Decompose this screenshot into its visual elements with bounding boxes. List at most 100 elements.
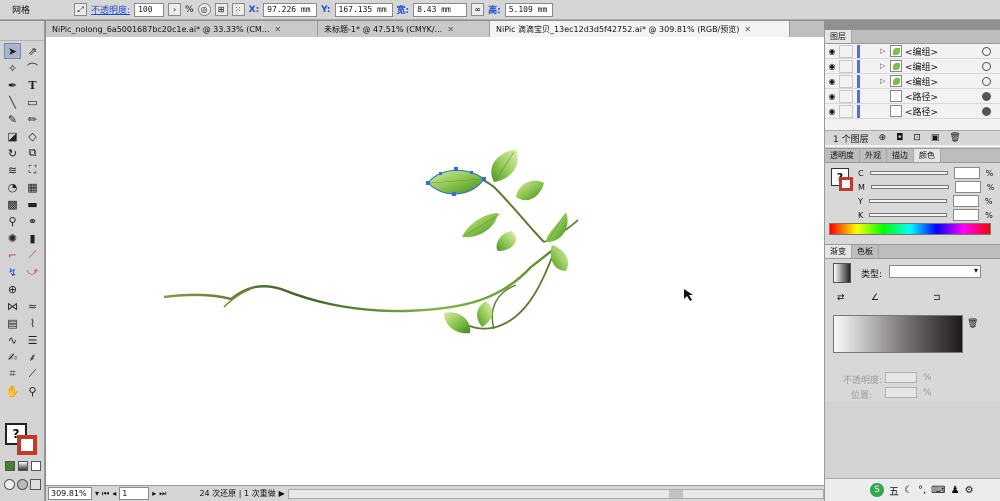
user-icon[interactable]: ♟ xyxy=(951,485,960,496)
gradient-thumbnail[interactable] xyxy=(833,263,851,283)
tab-gradient[interactable]: 渐变 xyxy=(825,245,852,258)
position-field[interactable] xyxy=(885,387,917,398)
y-input[interactable]: 167.135 mm xyxy=(334,2,393,17)
shape-builder-tool-icon[interactable]: ◔ xyxy=(4,179,21,195)
close-icon[interactable]: ✕ xyxy=(447,25,454,34)
opacity-input[interactable]: 100 xyxy=(134,2,165,17)
blend-tool-icon[interactable]: ⚭ xyxy=(24,213,41,229)
cyan-slider[interactable]: C% xyxy=(858,167,993,179)
transform-icon[interactable]: ⤢ xyxy=(74,3,88,16)
lasso-tool-icon[interactable]: ⌒ xyxy=(24,60,41,76)
tab-document-3[interactable]: NiPic 滴滴宝贝_13ec12d3d5f42752.ai* @ 309.81… xyxy=(490,21,790,37)
gradient-tool-icon[interactable]: ▬ xyxy=(24,196,41,212)
eye-icon[interactable]: ◉ xyxy=(825,92,839,101)
opacity-field[interactable] xyxy=(885,372,917,383)
rotate-tool-icon[interactable]: ↻ xyxy=(4,145,21,161)
artboard-tool-icon[interactable]: ⌐ xyxy=(4,247,21,263)
knife-tool-icon[interactable]: ⟋ xyxy=(24,366,41,382)
gradient-mode-icon[interactable] xyxy=(18,461,28,471)
zoom-tool-icon[interactable]: ⚲ xyxy=(24,383,41,399)
artboard-number-input[interactable]: 1 xyxy=(119,487,150,500)
locate-object-icon[interactable]: ⊕ xyxy=(879,133,887,143)
crop-tool-icon[interactable]: ⌗ xyxy=(4,366,21,382)
settings-icon[interactable]: ⚙ xyxy=(965,485,974,496)
list-tool-icon[interactable]: ☰ xyxy=(24,332,41,348)
scale-tool-icon[interactable]: ⧉ xyxy=(24,145,41,161)
target-icon[interactable] xyxy=(982,61,991,71)
spray-tool-icon[interactable]: ⸙ xyxy=(24,349,41,365)
scrollbar-thumb[interactable] xyxy=(668,489,683,498)
eye-icon[interactable]: ◉ xyxy=(825,62,839,71)
target-icon[interactable] xyxy=(982,106,991,116)
warp-tool-icon[interactable]: ≋ xyxy=(4,162,21,178)
blob-brush-tool-icon[interactable]: ◪ xyxy=(4,128,21,144)
draw-normal-icon[interactable] xyxy=(4,479,15,490)
target-icon[interactable] xyxy=(982,46,991,56)
color-stroke-swatch[interactable] xyxy=(839,177,853,191)
recolor-icon[interactable]: ◎ xyxy=(197,3,211,16)
yellow-input[interactable] xyxy=(952,195,979,207)
black-slider[interactable]: K% xyxy=(858,209,993,221)
tab-stroke[interactable]: 描边 xyxy=(887,149,914,162)
tools-grip[interactable] xyxy=(0,21,44,41)
lock-toggle[interactable] xyxy=(839,74,853,88)
ime-mode[interactable]: 五 xyxy=(889,483,899,498)
prev-artboard-icon[interactable]: ◂ xyxy=(112,489,116,498)
width-input[interactable]: 8.43 mm xyxy=(413,2,468,17)
selection-tool-icon[interactable]: ➤ xyxy=(4,43,21,59)
magic-wand-tool-icon[interactable]: ✧ xyxy=(4,60,21,76)
align-icon[interactable]: ⊞ xyxy=(214,3,228,16)
rectangle-tool-icon[interactable]: ▭ xyxy=(24,94,41,110)
link-icon[interactable]: ∞ xyxy=(471,3,485,16)
globe-tool-icon[interactable]: ⊕ xyxy=(4,281,21,297)
type-tool-icon[interactable]: T xyxy=(24,77,41,93)
lock-toggle[interactable] xyxy=(839,59,853,73)
target-icon[interactable] xyxy=(982,76,991,86)
curvature-tool-icon[interactable]: ↯ xyxy=(4,264,21,280)
yellow-slider[interactable]: Y% xyxy=(858,195,993,207)
close-icon[interactable]: ✕ xyxy=(744,25,751,34)
sogou-icon[interactable]: S xyxy=(870,483,884,497)
tab-swatches[interactable]: 色板 xyxy=(852,245,879,258)
expand-arrow-icon[interactable]: ▷ xyxy=(880,77,890,85)
envelope-tool-icon[interactable]: ≈ xyxy=(24,298,41,314)
delete-stop-icon[interactable]: 🗑 xyxy=(967,319,978,329)
pen-tool-icon[interactable]: ✒ xyxy=(4,77,21,93)
keyboard-icon[interactable]: ⌨ xyxy=(931,485,945,496)
eyedropper-tool-icon[interactable]: ⚲ xyxy=(4,213,21,229)
new-sublayer-icon[interactable]: ⊡ xyxy=(913,133,921,143)
vine-artwork[interactable] xyxy=(46,37,824,485)
draw-behind-icon[interactable] xyxy=(17,479,28,490)
eraser-tool-icon[interactable]: ◇ xyxy=(24,128,41,144)
symbol-sprayer-tool-icon[interactable]: ✺ xyxy=(4,230,21,246)
layer-row[interactable]: ◉ ▷ <编组> xyxy=(825,59,1000,74)
hand-brush-tool-icon[interactable]: ✍ xyxy=(4,349,21,365)
tab-transparency[interactable]: 透明度 xyxy=(825,149,860,162)
color-mode-icon[interactable] xyxy=(5,461,15,471)
reference-point-icon[interactable]: ⁙ xyxy=(231,3,245,16)
gradient-type-select[interactable]: ▾ xyxy=(889,265,981,278)
next-artboard-icon[interactable]: ▸ xyxy=(152,489,156,498)
direct-selection-tool-icon[interactable]: ⇗ xyxy=(24,43,41,59)
opacity-dropdown-icon[interactable]: › xyxy=(168,3,182,16)
hand-tool-icon[interactable]: ✋ xyxy=(4,383,21,399)
pencil-tool-icon[interactable]: ✏ xyxy=(24,111,41,127)
lock-toggle[interactable] xyxy=(839,104,853,118)
eye-icon[interactable]: ◉ xyxy=(825,77,839,86)
magenta-slider[interactable]: M% xyxy=(858,181,995,193)
lock-toggle[interactable] xyxy=(839,44,853,58)
close-icon[interactable]: ✕ xyxy=(274,25,281,34)
reverse-gradient-icon[interactable]: ⇄ xyxy=(837,293,845,303)
height-input[interactable]: 5.109 mm xyxy=(504,2,553,17)
zoom-select[interactable]: 309.81% xyxy=(48,487,92,500)
layer-row[interactable]: ◉ <路径> xyxy=(825,89,1000,104)
fill-stroke-swatch[interactable]: ? xyxy=(5,423,39,457)
aspect-ratio-icon[interactable]: ⊐ xyxy=(933,293,941,303)
tab-document-2[interactable]: 未标题-1* @ 47.51% (CMYK/... ✕ xyxy=(318,21,490,37)
delete-layer-icon[interactable]: 🗑 xyxy=(949,133,960,143)
gradient-slider[interactable] xyxy=(833,315,963,353)
x-input[interactable]: 97.226 mm xyxy=(263,2,318,17)
stroke-swatch[interactable] xyxy=(17,435,37,455)
live-paint-selection-tool-icon[interactable]: ⌇ xyxy=(24,315,41,331)
zoom-dropdown-icon[interactable]: ▾ xyxy=(95,489,99,498)
